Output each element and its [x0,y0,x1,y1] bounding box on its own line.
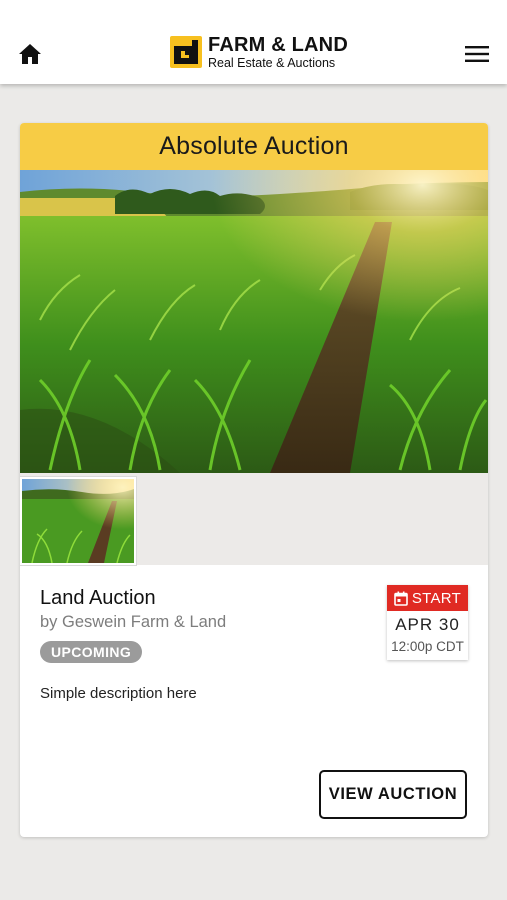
app-header: FARM & LAND Real Estate & Auctions [0,0,507,84]
start-label: START [411,589,462,607]
thumbnail-image [22,479,134,563]
brand-subtitle: Real Estate & Auctions [208,55,336,70]
start-date-box: START APR 30 12:00p CDT [387,585,468,660]
brand-logo[interactable]: FARM & LAND Real Estate & Auctions [170,35,348,69]
auction-card: Absolute Auction Land Auction by Geswein… [20,123,488,837]
brand-name: FARM & LAND [208,33,348,56]
thumbnail-strip [20,473,488,566]
view-auction-button[interactable]: VIEW AUCTION [319,770,467,819]
auction-title: Land Auction [40,587,156,609]
start-date: APR 30 [395,615,460,634]
start-date-header: START [387,585,468,611]
status-badge: UPCOMING [40,641,143,663]
logo-mark-icon [170,36,202,68]
menu-button[interactable] [461,40,493,68]
home-icon [19,44,41,64]
auction-byline: by Geswein Farm & Land [40,613,227,631]
start-time: 12:00p CDT [391,639,464,654]
gallery-thumbnail[interactable] [20,476,137,566]
home-button[interactable] [14,40,46,68]
hamburger-menu-icon [465,46,489,62]
hero-image[interactable] [20,170,488,473]
auction-description: Simple description here [40,685,197,702]
auction-type-banner: Absolute Auction [20,123,488,170]
auction-info: Land Auction by Geswein Farm & Land UPCO… [20,565,488,837]
calendar-icon [394,591,408,606]
